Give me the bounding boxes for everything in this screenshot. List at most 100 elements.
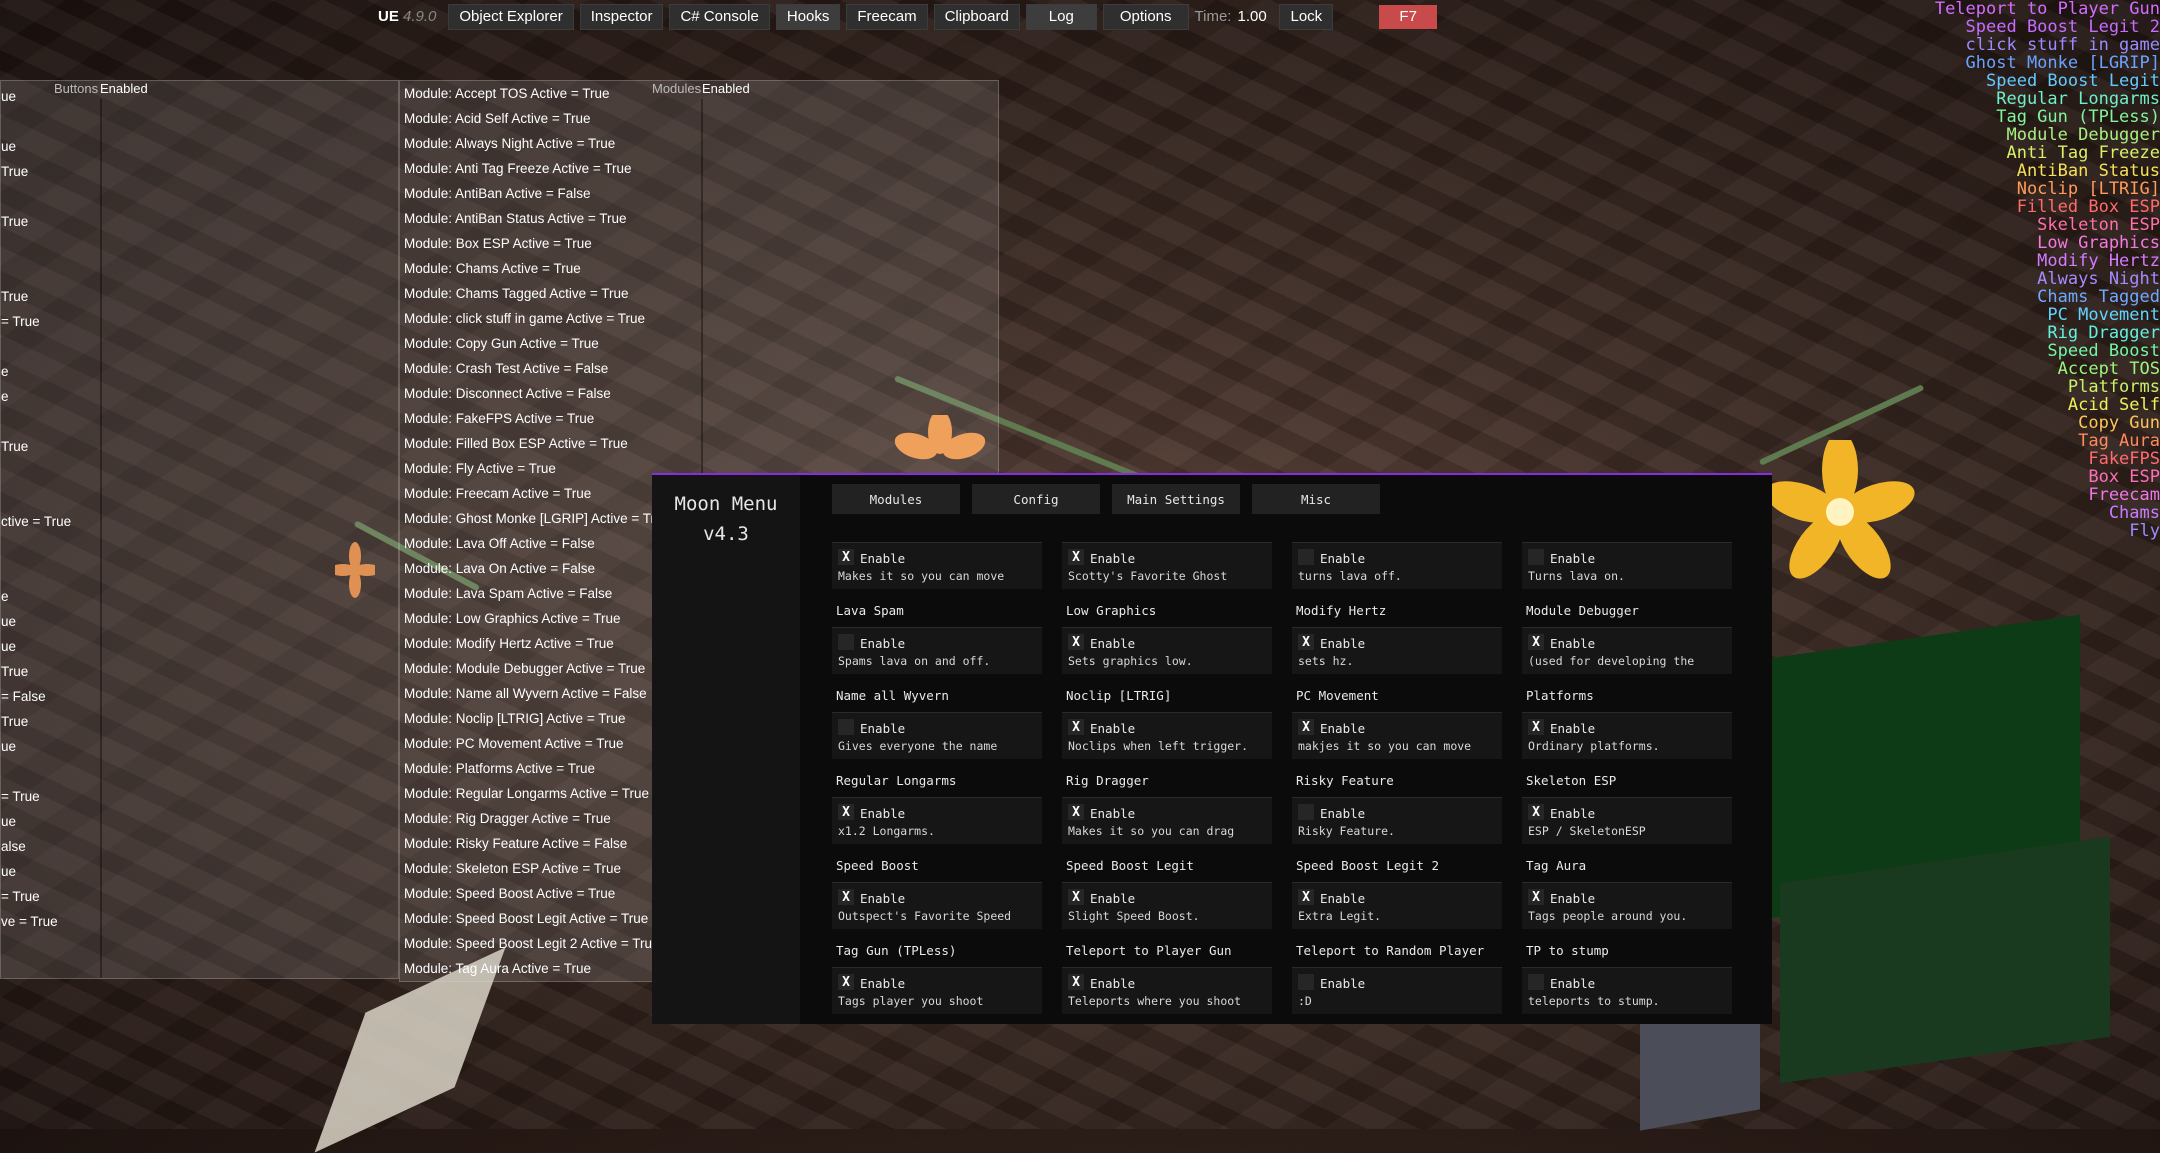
enable-checkbox[interactable]: X xyxy=(1068,974,1084,990)
module-card-title: Tag Gun (TPLess) xyxy=(836,943,957,958)
enable-checkbox[interactable]: X xyxy=(1068,549,1084,565)
tab-modules[interactable]: Modules xyxy=(832,484,960,514)
menu-name: Moon Menu xyxy=(674,493,778,515)
enable-checkbox[interactable]: X xyxy=(838,974,854,990)
button-entry: = True xyxy=(1,789,40,804)
enable-label: Enable xyxy=(860,636,906,651)
module-status-line: Module: Module Debugger Active = True xyxy=(404,661,646,676)
hooks-button[interactable]: Hooks xyxy=(775,3,841,30)
module-status-line: Module: Chams Tagged Active = True xyxy=(404,286,629,301)
time-input[interactable]: 1.00 xyxy=(1237,8,1273,25)
enable-checkbox[interactable]: X xyxy=(1068,889,1084,905)
active-module-label: AntiBan Status xyxy=(2016,161,2160,181)
module-status-line: Module: AntiBan Active = False xyxy=(404,186,591,201)
tab-main-settings[interactable]: Main Settings xyxy=(1112,484,1240,514)
module-status-line: Module: Speed Boost Legit 2 Active = Tru… xyxy=(404,936,660,951)
module-status-line: Module: Platforms Active = True xyxy=(404,761,595,776)
button-entry: e xyxy=(1,589,9,604)
module-card: X Enable Tags people around you. xyxy=(1522,882,1732,929)
module-status-line: Module: Lava On Active = False xyxy=(404,561,595,576)
active-module-label: Noclip [LTRIG] xyxy=(2016,179,2160,199)
enable-checkbox[interactable]: X xyxy=(1528,634,1544,650)
enabled-header: Enabled xyxy=(100,81,148,96)
active-module-label: Skeleton ESP xyxy=(2037,215,2160,235)
enable-label: Enable xyxy=(1320,976,1366,991)
module-status-line: Module: PC Movement Active = True xyxy=(404,736,624,751)
module-card: Enable Spams lava on and off. xyxy=(832,627,1042,674)
enabled-header: Enabled xyxy=(702,81,750,96)
module-card: Enable Gives everyone the name xyxy=(832,712,1042,759)
enable-checkbox[interactable]: X xyxy=(1068,804,1084,820)
module-description: teleports to stump. xyxy=(1528,994,1660,1008)
modules-header: Modules xyxy=(652,81,702,96)
f7-button[interactable]: F7 xyxy=(1379,4,1438,29)
active-module-label: Filled Box ESP xyxy=(2016,197,2160,217)
log-button[interactable]: Log xyxy=(1025,3,1097,30)
enable-checkbox[interactable] xyxy=(1528,549,1544,565)
menu-version: v4.3 xyxy=(703,523,749,545)
button-entry: True xyxy=(1,289,29,304)
module-status-line: Module: Regular Longarms Active = True xyxy=(404,786,650,801)
module-status-line: Module: Accept TOS Active = True xyxy=(404,86,610,101)
active-modules-arraylist: Teleport to Player Gun Speed Boost Legit … xyxy=(1935,0,2160,540)
enable-checkbox[interactable]: X xyxy=(1298,889,1314,905)
module-status-line: Module: Modify Hertz Active = True xyxy=(404,636,614,651)
module-status-line: Module: Box ESP Active = True xyxy=(404,236,592,251)
active-module-label: Acid Self xyxy=(2067,395,2160,415)
enable-checkbox[interactable] xyxy=(1528,974,1544,990)
enable-checkbox[interactable]: X xyxy=(838,889,854,905)
module-card-title: TP to stump xyxy=(1526,943,1609,958)
enable-checkbox[interactable]: X xyxy=(1298,634,1314,650)
csharp-console-button[interactable]: C# Console xyxy=(669,3,770,30)
module-description: Outspect's Favorite Speed xyxy=(838,909,1012,923)
enable-checkbox[interactable]: X xyxy=(1528,889,1544,905)
button-entry: ue xyxy=(1,139,17,154)
module-card: X Enable Scotty's Favorite Ghost xyxy=(1062,542,1272,589)
enable-label: Enable xyxy=(1090,806,1136,821)
lock-button[interactable]: Lock xyxy=(1279,3,1334,30)
active-module-label: Tag Gun (TPLess) xyxy=(1996,107,2160,127)
button-entry: = False xyxy=(1,689,46,704)
module-status-line: Module: Skeleton ESP Active = True xyxy=(404,861,622,876)
active-module-label: Teleport to Player Gun xyxy=(1934,0,2160,19)
enable-checkbox[interactable] xyxy=(1298,549,1314,565)
module-status-line: Module: FakeFPS Active = True xyxy=(404,411,595,426)
enable-checkbox[interactable] xyxy=(1298,804,1314,820)
module-description: ESP / SkeletonESP xyxy=(1528,824,1646,838)
options-button[interactable]: Options xyxy=(1102,3,1189,30)
enable-checkbox[interactable] xyxy=(838,634,854,650)
enable-checkbox[interactable]: X xyxy=(1068,634,1084,650)
module-card: X Enable x1.2 Longarms. xyxy=(832,797,1042,844)
module-card-title: Low Graphics xyxy=(1066,603,1157,618)
active-module-label: Speed Boost xyxy=(2047,341,2160,361)
module-description: Extra Legit. xyxy=(1298,909,1382,923)
object-explorer-button[interactable]: Object Explorer xyxy=(448,3,574,30)
enable-label: Enable xyxy=(1320,636,1366,651)
active-module-label: Chams Tagged xyxy=(2037,287,2160,307)
module-status-line: Module: Lava Spam Active = False xyxy=(404,586,613,601)
ue-version: 4.9.0 xyxy=(403,8,437,25)
inspector-button[interactable]: Inspector xyxy=(579,3,664,30)
module-description: makjes it so you can move xyxy=(1298,739,1472,753)
enable-checkbox[interactable]: X xyxy=(1528,719,1544,735)
enable-checkbox[interactable] xyxy=(838,719,854,735)
tab-config[interactable]: Config xyxy=(972,484,1100,514)
moon-menu-window: Moon Menu v4.3 Modules Config Main Setti… xyxy=(652,473,1772,1024)
button-entry: alse xyxy=(1,839,26,854)
enable-checkbox[interactable] xyxy=(1298,974,1314,990)
module-card: X Enable ESP / SkeletonESP xyxy=(1522,797,1732,844)
module-card: X Enable (used for developing the xyxy=(1522,627,1732,674)
enable-checkbox[interactable]: X xyxy=(838,804,854,820)
enable-label: Enable xyxy=(1320,721,1366,736)
module-status-line: Module: Disconnect Active = False xyxy=(404,386,611,401)
tab-misc[interactable]: Misc xyxy=(1252,484,1380,514)
module-card: X Enable Outspect's Favorite Speed xyxy=(832,882,1042,929)
module-status-line: Module: Anti Tag Freeze Active = True xyxy=(404,161,632,176)
button-entry: True xyxy=(1,214,29,229)
clipboard-button[interactable]: Clipboard xyxy=(933,3,1020,30)
enable-checkbox[interactable]: X xyxy=(1528,804,1544,820)
enable-checkbox[interactable]: X xyxy=(1298,719,1314,735)
freecam-button[interactable]: Freecam xyxy=(846,3,928,30)
enable-checkbox[interactable]: X xyxy=(1068,719,1084,735)
enable-checkbox[interactable]: X xyxy=(838,549,854,565)
